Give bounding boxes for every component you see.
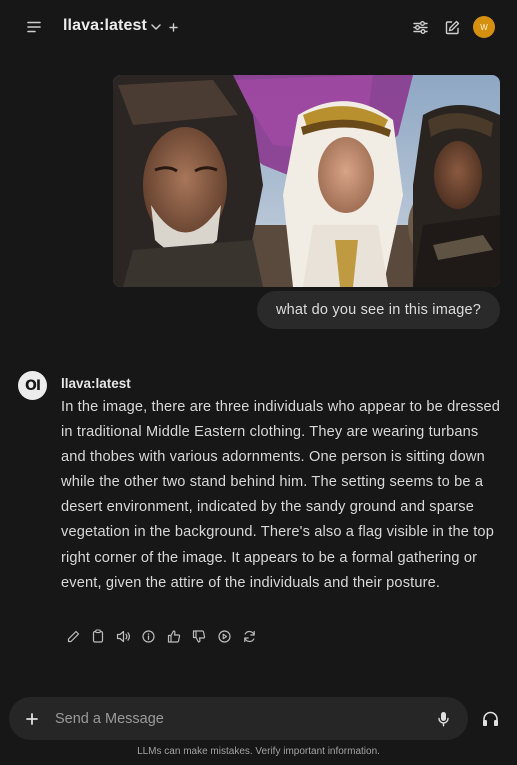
clipboard-icon[interactable]: [90, 628, 106, 644]
menu-icon[interactable]: [24, 17, 44, 37]
top-bar: llava:latest W: [0, 0, 517, 54]
assistant-model-name: llava:latest: [61, 376, 131, 391]
headphones-icon[interactable]: [480, 709, 501, 729]
chevron-down-icon[interactable]: [149, 20, 163, 34]
play-icon[interactable]: [216, 628, 232, 644]
microphone-icon[interactable]: [433, 709, 453, 729]
plus-icon[interactable]: [167, 21, 179, 33]
attach-plus-icon[interactable]: [22, 709, 42, 729]
uploaded-image[interactable]: [113, 75, 500, 287]
assistant-response-text: In the image, there are three individual…: [61, 399, 501, 591]
assistant-logo: OI: [18, 371, 47, 400]
regenerate-icon[interactable]: [241, 628, 257, 644]
disclaimer-text: LLMs can make mistakes. Verify important…: [137, 746, 380, 757]
thumbs-up-icon[interactable]: [166, 628, 182, 644]
message-input[interactable]: [55, 697, 425, 740]
speaker-icon[interactable]: [115, 628, 131, 644]
edit-icon[interactable]: [442, 17, 462, 37]
model-selector-label[interactable]: llava:latest: [63, 17, 147, 35]
user-message-bubble: what do you see in this image?: [257, 291, 500, 329]
info-icon[interactable]: [140, 628, 156, 644]
sliders-icon[interactable]: [410, 17, 430, 37]
pencil-icon[interactable]: [65, 628, 81, 644]
message-composer: [9, 697, 468, 740]
user-avatar[interactable]: W: [473, 16, 495, 38]
thumbs-down-icon[interactable]: [191, 628, 207, 644]
